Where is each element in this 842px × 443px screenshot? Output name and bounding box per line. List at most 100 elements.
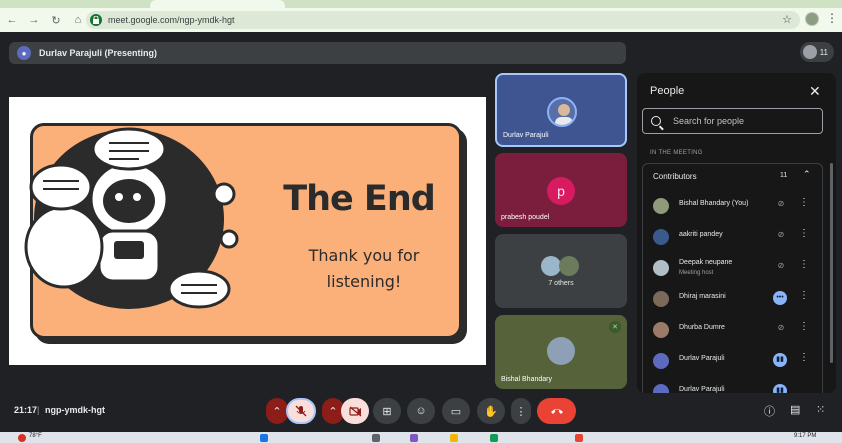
- chevron-up-icon: ⌃: [328, 405, 338, 418]
- tile-name: 7 others: [548, 280, 574, 287]
- participant-avatar: [653, 198, 669, 214]
- site-info-icon[interactable]: [90, 14, 102, 26]
- taskbar-app-icon[interactable]: [372, 434, 380, 442]
- tile-name: Durlav Parajuli: [503, 132, 549, 139]
- present-button[interactable]: ⊞: [373, 398, 401, 424]
- slide-title: The End: [283, 179, 436, 219]
- taskbar-app-icon[interactable]: [410, 434, 418, 442]
- participant-row[interactable]: aakriti pandey ⊘ ⋮: [646, 222, 816, 250]
- participants-indicator[interactable]: 11: [800, 42, 834, 62]
- meeting-time: 21:17: [14, 405, 38, 415]
- meeting-code: ngp-ymdk-hgt: [45, 405, 105, 415]
- chat-icon[interactable]: ▤: [790, 403, 800, 416]
- search-people-input[interactable]: Search for people: [642, 108, 823, 134]
- close-icon[interactable]: ✕: [809, 83, 821, 100]
- bookmark-star-icon[interactable]: ☆: [782, 13, 792, 26]
- taskbar-app-icon[interactable]: [450, 434, 458, 442]
- presenting-bar: ● Durlav Parajuli (Presenting): [9, 42, 626, 64]
- participant-avatar: [653, 353, 669, 369]
- participant-row[interactable]: Durlav Parajuli ▮▮: [646, 377, 816, 393]
- participant-tile-prabesh[interactable]: p prabesh poudel: [495, 153, 627, 227]
- participant-name: Durlav Parajuli: [679, 355, 725, 362]
- slide-subtitle-line2: listening!: [326, 272, 402, 291]
- mic-off-icon: ⊘: [777, 199, 785, 208]
- emoji-icon: ☺: [415, 405, 427, 417]
- taskbar-app-icon[interactable]: [490, 434, 498, 442]
- presentation-slide: The End Thank you for listening!: [9, 97, 486, 365]
- mic-toggle-button[interactable]: [286, 398, 316, 424]
- mic-off-icon: ⊘: [777, 230, 785, 239]
- mic-off-icon: ✕: [609, 321, 621, 333]
- captions-button[interactable]: ▭: [442, 398, 470, 424]
- raise-hand-button[interactable]: ✋: [477, 398, 505, 424]
- profile-avatar[interactable]: [805, 12, 819, 26]
- presenter-avatar: ●: [17, 46, 31, 60]
- meet-window: ← → ↻ ⌂ meet.google.com/ngp-ymdk-hgt ☆ ⋮…: [0, 0, 842, 443]
- tile-name: Bishal Bhandary: [501, 376, 552, 383]
- activities-icon[interactable]: ⁙: [816, 403, 825, 416]
- participant-tile-durlav[interactable]: Durlav Parajuli: [495, 73, 627, 147]
- audio-options-button[interactable]: ⌃: [266, 398, 288, 424]
- back-icon[interactable]: ←: [2, 10, 22, 30]
- active-tab[interactable]: [150, 0, 285, 8]
- presenter-label: Durlav Parajuli (Presenting): [39, 48, 158, 58]
- group-label: Contributors: [653, 172, 697, 181]
- more-vert-icon: ⋮: [515, 405, 527, 418]
- more-options-icon[interactable]: ⋮: [799, 352, 809, 363]
- divider: |: [37, 405, 40, 415]
- astronaut-illustration: [24, 127, 239, 309]
- forward-icon[interactable]: →: [24, 10, 44, 30]
- more-options-icon[interactable]: ⋮: [799, 290, 809, 301]
- participant-tile-others[interactable]: 7 others: [495, 234, 627, 308]
- more-options-icon[interactable]: ⋮: [799, 321, 809, 332]
- audio-level-icon: ▮▮: [773, 384, 787, 393]
- more-options-icon[interactable]: ⋮: [799, 197, 809, 208]
- group-count: 11: [780, 172, 788, 179]
- mic-off-icon: ⊘: [777, 261, 785, 270]
- participant-avatar: [547, 97, 577, 127]
- participant-avatar: [653, 322, 669, 338]
- participant-row[interactable]: Durlav Parajuli ▮▮ ⋮: [646, 346, 816, 374]
- more-options-icon[interactable]: ⋮: [799, 259, 809, 270]
- participant-row[interactable]: Deepak neupane Meeting host ⊘ ⋮: [646, 253, 816, 281]
- participant-row[interactable]: Bishal Bhandary (You) ⊘ ⋮: [646, 191, 816, 219]
- participant-row[interactable]: Dhiraj marasini ••• ⋮: [646, 284, 816, 312]
- more-options-icon[interactable]: ⋮: [799, 228, 809, 239]
- more-options-button[interactable]: ⋮: [511, 398, 531, 424]
- scrollbar[interactable]: [830, 163, 833, 363]
- audio-level-icon: •••: [773, 291, 787, 305]
- home-icon[interactable]: ⌂: [68, 10, 88, 30]
- participant-avatar: [541, 256, 561, 276]
- address-bar[interactable]: meet.google.com/ngp-ymdk-hgt ☆: [86, 11, 800, 29]
- participant-name: Dhiraj marasini: [679, 293, 726, 300]
- section-label: IN THE MEETING: [650, 150, 703, 156]
- chevron-up-icon[interactable]: ⌃: [803, 169, 811, 180]
- participant-row[interactable]: Dhurba Dumre ⊘ ⋮: [646, 315, 816, 343]
- participant-avatar: p: [547, 177, 575, 205]
- participant-avatar: [547, 337, 575, 365]
- os-taskbar: 78°F 9:17 PM: [0, 432, 842, 443]
- taskbar-app-icon[interactable]: [575, 434, 583, 442]
- participant-avatar: [559, 256, 579, 276]
- url-text: meet.google.com/ngp-ymdk-hgt: [108, 15, 235, 25]
- participant-tile-bishal[interactable]: ✕ Bishal Bhandary: [495, 315, 627, 389]
- camera-toggle-button[interactable]: [341, 398, 369, 424]
- leave-call-button[interactable]: [537, 398, 576, 424]
- start-icon[interactable]: [260, 434, 268, 442]
- present-screen-icon: ⊞: [382, 405, 392, 418]
- mic-off-icon: [295, 405, 307, 417]
- participant-name: Dhurba Dumre: [679, 324, 725, 331]
- participant-name: Bishal Bhandary (You): [679, 200, 749, 207]
- phone-hangup-icon: [550, 409, 563, 414]
- participant-avatar: [653, 229, 669, 245]
- participant-avatar: [653, 260, 669, 276]
- search-icon: [651, 116, 661, 126]
- weather-text: 78°F: [29, 433, 42, 439]
- reload-icon[interactable]: ↻: [46, 10, 66, 30]
- hand-icon: ✋: [484, 405, 498, 418]
- participant-avatar: [803, 45, 817, 59]
- reactions-button[interactable]: ☺: [407, 398, 435, 424]
- browser-menu-icon[interactable]: ⋮: [826, 11, 838, 25]
- participant-avatar: [653, 291, 669, 307]
- info-icon[interactable]: ⓘ: [764, 403, 775, 419]
